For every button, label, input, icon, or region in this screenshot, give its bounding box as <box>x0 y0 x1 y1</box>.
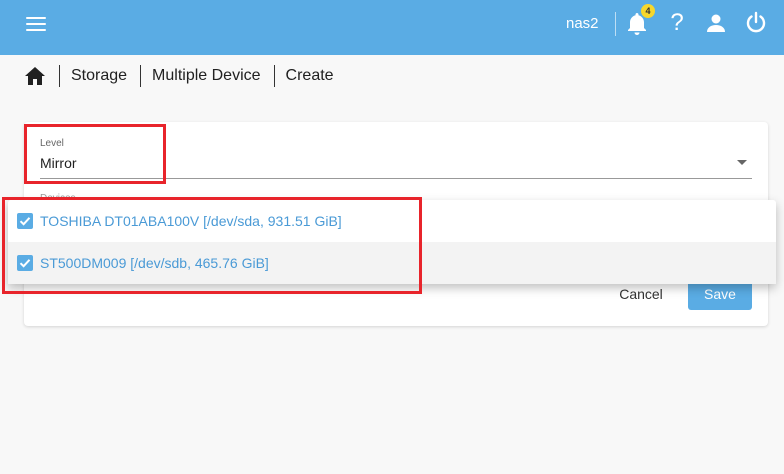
hostname: nas2 <box>566 15 599 32</box>
top-app-bar: nas2 4 ? <box>0 0 784 55</box>
user-icon[interactable] <box>704 11 728 35</box>
home-icon[interactable] <box>24 66 46 86</box>
chevron-down-icon[interactable] <box>737 160 747 165</box>
highlight-box-level <box>24 124 166 184</box>
breadcrumb-create: Create <box>285 67 334 84</box>
power-icon[interactable] <box>744 10 768 36</box>
breadcrumb-separator <box>59 65 60 87</box>
highlight-box-devices <box>2 197 422 294</box>
help-icon[interactable]: ? <box>666 9 688 37</box>
breadcrumb-separator <box>273 65 275 87</box>
breadcrumb: Storage Multiple Device Create <box>24 64 334 88</box>
notification-badge: 4 <box>641 4 655 18</box>
topbar-divider <box>615 12 616 36</box>
breadcrumb-multiple-device[interactable]: Multiple Device <box>152 65 260 87</box>
breadcrumb-storage[interactable]: Storage <box>71 65 127 87</box>
menu-icon[interactable] <box>26 17 46 33</box>
breadcrumb-separator <box>140 65 142 87</box>
